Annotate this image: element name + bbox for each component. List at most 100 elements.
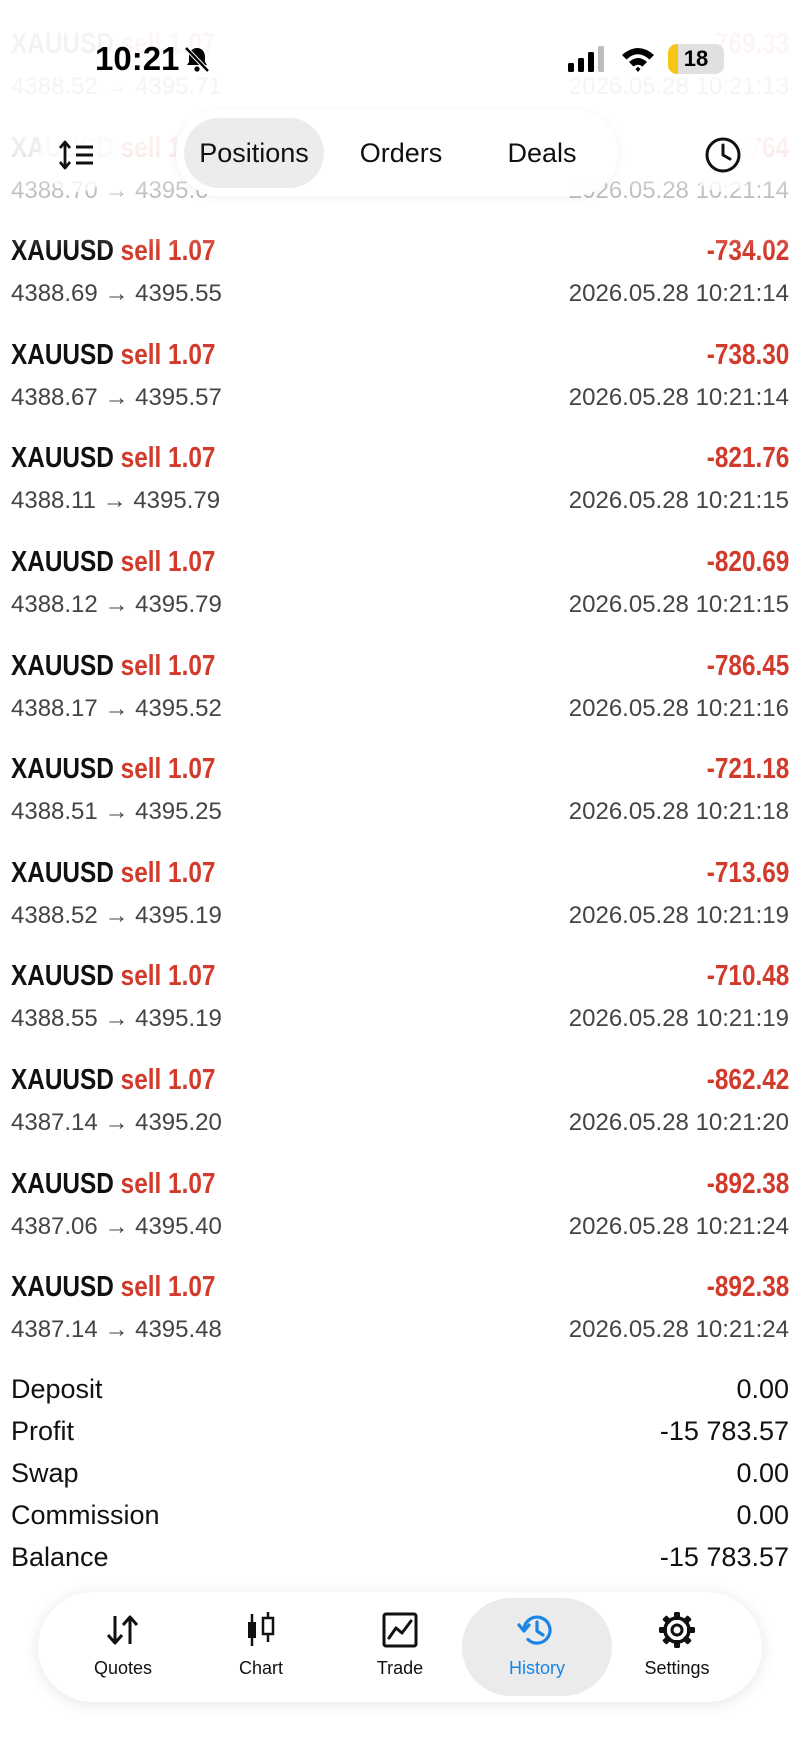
deal-row[interactable]: XAUUSD sell 1.07 -710.48 4388.55 → 4395.19… [0,952,800,1056]
deal-close-price: 4395.79 [135,591,222,618]
deal-symbol: XAUUSD [11,235,114,267]
summary-label: Deposit [11,1374,103,1404]
deal-row[interactable]: XAUUSD sell 1.07 -892.38 4387.14 → 4395.48… [0,1263,800,1367]
deal-prices: 4388.70 → 4395.6 [11,175,209,207]
battery-indicator: 18 [668,44,724,74]
bell-muted-icon [184,46,210,73]
deal-side: sell [120,132,162,164]
battery-level: 18 [683,46,709,71]
status-time: 10:21 [95,40,180,77]
deal-profit: -713.69 [706,857,789,889]
deal-row[interactable]: XAUUSD sell 1.07 -862.42 4387.14 → 4395.20… [0,1056,800,1160]
deal-volume: 1.07 [168,442,216,474]
summary-value: -15 783.57 [659,1416,789,1446]
deal-row[interactable]: XAUUSD sell 1.07 -734.02 4388.69 → 4395.55… [0,227,800,331]
deal-volume: 1.07 [168,650,216,682]
arrow-right-icon: → [104,1213,129,1240]
nav-trade[interactable]: Trade [325,1598,475,1696]
deal-close-price: 4395.55 [135,280,222,307]
deal-prices: 4388.69 → 4395.55 [11,278,222,310]
deal-side: sell [120,857,162,889]
summary-row-swap: Swap 0.00 [0,1452,800,1494]
deal-row[interactable]: XAUUSD sell 1.07 -713.69 4388.52 → 4395.19… [0,849,800,953]
deal-side: sell [120,1168,162,1200]
deal-open-price: 4387.14 [11,1109,98,1136]
deal-row[interactable]: XAUUSD sell 1.07 -721.18 4388.51 → 4395.25… [0,745,800,849]
deal-profit: -710.48 [706,960,789,992]
summary-label: Commission [11,1500,160,1530]
deal-symbol: XAUUSD [11,650,114,682]
deal-row[interactable]: XAUUSD sell 1.07 -738.30 4388.67 → 4395.57… [0,331,800,435]
deal-volume: 1.07 [168,235,216,267]
deal-close-price: 4395.79 [133,487,221,514]
deal-row[interactable]: XAUUSD sell 1.07 -786.45 4388.17 → 4395.52… [0,642,800,746]
deal-time: 2026.05.28 10:21:16 [568,695,789,722]
deal-open-price: 4388.52 [11,73,98,100]
summary-value: 0.00 [736,1458,789,1488]
sort-button[interactable] [40,118,114,192]
deal-symbol: XAUUSD [11,1168,114,1200]
deal-profit: -734.02 [706,235,789,267]
deal-time: 2026.05.28 10:21:14 [568,280,789,307]
tab-positions[interactable]: Positions [184,118,324,188]
arrow-right-icon: → [102,487,127,514]
deal-prices: 4388.51 → 4395.25 [11,796,222,828]
wifi-icon [622,48,654,72]
deal-title: XAUUSD sell 1.07 [11,542,215,582]
deal-volume: 1.07 [168,339,216,371]
deal-volume: 1.07 [168,960,216,992]
deal-close-price: 4395.52 [135,695,222,722]
deal-open-price: 4388.67 [11,384,98,411]
deal-open-price: 4387.06 [11,1213,98,1240]
deal-side: sell [120,235,162,267]
deal-symbol: XAUUSD [11,442,114,474]
history-period-button[interactable] [686,118,760,192]
deal-profit: -892.38 [706,1168,789,1200]
nav-quotes[interactable]: Quotes [48,1598,198,1696]
deal-title: XAUUSD sell 1.07 [11,1164,215,1204]
nav-settings[interactable]: Settings [602,1598,752,1696]
deal-profit: -892.38 [706,1271,789,1303]
deal-row[interactable]: XAUUSD sell 1.07 -892.38 4387.06 → 4395.40… [0,1160,800,1264]
arrow-right-icon: → [104,1005,129,1032]
deal-prices: 4388.17 → 4395.52 [11,693,222,725]
sort-icon [59,140,93,170]
nav-history[interactable]: History [462,1598,612,1696]
deal-prices: 4387.06 → 4395.40 [11,1211,222,1243]
deal-prices: 4387.14 → 4395.20 [11,1107,222,1139]
deal-symbol: XAUUSD [11,960,114,992]
quotes-icon [106,1615,139,1645]
deal-profit: -820.69 [706,546,789,578]
summary-value: 0.00 [736,1374,789,1404]
deal-title: XAUUSD sell 1.07 [11,956,215,996]
deal-title: XAUUSD sell 1.07 [11,335,215,375]
deal-row[interactable]: XAUUSD sell 1.07 -820.69 4388.12 → 4395.79… [0,538,800,642]
tab-orders[interactable]: Orders [331,118,471,188]
deal-title: XAUUSD sell 1.07 [11,749,215,789]
deal-profit: -862.42 [706,1064,789,1096]
deal-title: XAUUSD sell 1.07 [11,1060,215,1100]
deal-time: 2026.05.28 10:21:19 [568,902,789,929]
deal-profit: -821.76 [706,442,789,474]
deal-volume: 1.07 [168,857,216,889]
deal-open-price: 4387.14 [11,1316,98,1343]
deal-time: 2026.05.28 10:21:24 [568,1213,789,1240]
arrow-right-icon: → [104,902,129,929]
deal-open-price: 4388.51 [11,798,98,825]
deal-prices: 4388.55 → 4395.19 [11,1003,222,1035]
nav-chart[interactable]: Chart [186,1598,336,1696]
deal-open-price: 4388.52 [11,902,98,929]
nav-label: Settings [644,1658,710,1678]
tab-deals[interactable]: Deals [472,118,612,188]
summary-value: 0.00 [736,1500,789,1530]
summary-row-deposit: Deposit 0.00 [0,1368,800,1410]
deal-symbol: XAUUSD [11,546,114,578]
deal-side: sell [120,753,162,785]
deal-symbol: XAUUSD [11,857,114,889]
deal-time: 2026.05.28 10:21:14 [568,384,789,411]
deal-symbol: XAUUSD [11,753,114,785]
summary-row-commission: Commission 0.00 [0,1494,800,1536]
deal-row[interactable]: XAUUSD sell 1.07 -821.76 4388.11 → 4395.79… [0,434,800,538]
summary-row-profit: Profit -15 783.57 [0,1410,800,1452]
deal-symbol: XAUUSD [11,1271,114,1303]
